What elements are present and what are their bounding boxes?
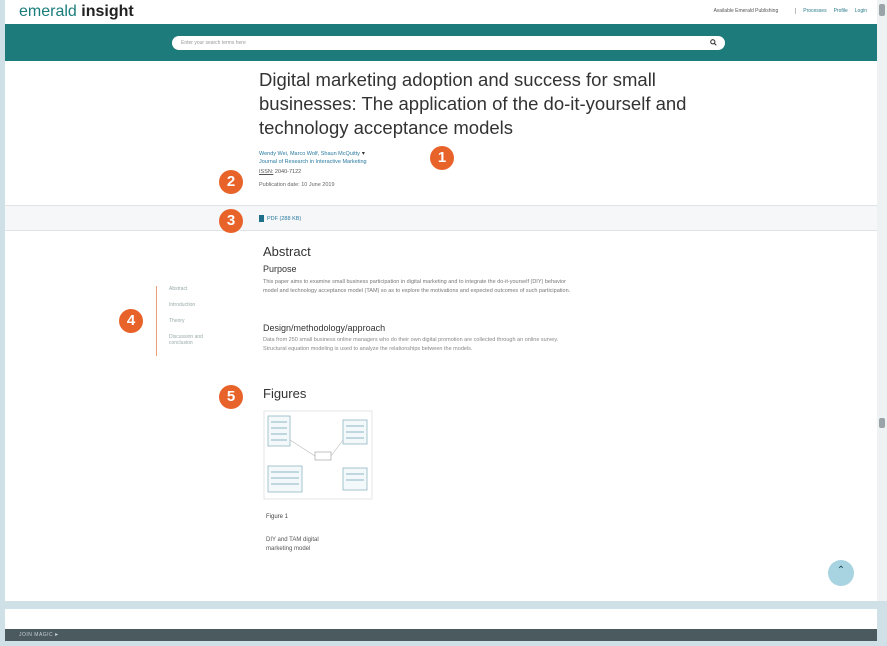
figure-caption: Figure 1 bbox=[266, 514, 289, 520]
design-heading: Design/methodology/approach bbox=[263, 323, 386, 333]
footer-label-text[interactable]: JOIN MAGIC bbox=[19, 632, 53, 638]
figures-heading: Figures bbox=[263, 386, 307, 401]
issn-value: 2040-7122 bbox=[274, 169, 302, 175]
footer-bar: JOIN MAGIC ▸ bbox=[5, 629, 877, 641]
authors-link[interactable]: Wendy Wei, Marco Wolf, Shaun McQuitty ▾ bbox=[259, 150, 365, 157]
issn-line: ISSN: 2040-7122 bbox=[259, 169, 301, 175]
processes-link[interactable]: Processes bbox=[803, 8, 826, 14]
nav-item-introduction[interactable]: Introduction bbox=[169, 302, 221, 308]
design-text: Data from 250 small business online mana… bbox=[263, 337, 559, 352]
play-icon: ▸ bbox=[55, 632, 59, 638]
section-nav: Abstract Introduction Theory Discussion … bbox=[156, 286, 221, 356]
profile-link[interactable]: Profile bbox=[834, 8, 848, 14]
figure-thumbnail[interactable] bbox=[263, 410, 373, 500]
download-band: PDF (288 KB) bbox=[5, 205, 877, 231]
next-page-strip bbox=[5, 609, 877, 629]
chevron-up-icon: ⌃ bbox=[836, 565, 846, 576]
back-to-top-button[interactable]: ⌃ bbox=[828, 560, 854, 586]
nav-item-abstract[interactable]: Abstract bbox=[169, 286, 221, 292]
divider bbox=[795, 8, 797, 14]
abstract-heading: Abstract bbox=[263, 244, 311, 259]
callout-badge-2: 2 bbox=[219, 170, 243, 194]
callout-badge-3: 3 bbox=[219, 209, 243, 233]
screen: emerald insight Available Emerald Publis… bbox=[0, 0, 887, 646]
site-logo[interactable]: emerald insight bbox=[19, 2, 134, 22]
scrollbar-cap[interactable] bbox=[879, 4, 885, 16]
chevron-down-icon[interactable]: ▾ bbox=[362, 151, 365, 157]
purpose-heading: Purpose bbox=[263, 264, 297, 274]
footer-link[interactable]: JOIN MAGIC ▸ bbox=[19, 631, 59, 638]
search-placeholder: Enter your search terms here bbox=[181, 40, 246, 46]
callout-badge-4: 4 bbox=[119, 309, 143, 333]
authors-text[interactable]: Wendy Wei, Marco Wolf, Shaun McQuitty bbox=[259, 151, 360, 157]
page-gap bbox=[0, 601, 887, 609]
issn-label: ISSN: bbox=[259, 169, 274, 175]
journal-link[interactable]: Journal of Research in Interactive Marke… bbox=[259, 159, 367, 165]
logo-part1: emerald bbox=[19, 3, 77, 20]
callout-badge-5: 5 bbox=[219, 385, 243, 409]
publication-date: Publication date: 10 June 2019 bbox=[259, 182, 335, 188]
search-icon[interactable] bbox=[710, 39, 717, 46]
purpose-text: This paper aims to examine small busines… bbox=[263, 279, 571, 294]
nav-item-theory[interactable]: Theory bbox=[169, 318, 221, 324]
article-page: emerald insight Available Emerald Publis… bbox=[5, 0, 877, 601]
figure-description: DIY and TAM digital marketing model bbox=[266, 537, 319, 552]
article-title: Digital marketing adoption and success f… bbox=[259, 69, 687, 138]
institution-label: Available Emerald Publishing bbox=[713, 8, 779, 14]
nav-item-discussion[interactable]: Discussion and conclusion bbox=[169, 334, 221, 346]
callout-badge-1: 1 bbox=[430, 146, 454, 170]
pdf-download-link[interactable]: PDF (288 KB) bbox=[259, 215, 301, 222]
scrollbar[interactable] bbox=[877, 0, 887, 601]
scrollbar-thumb[interactable] bbox=[879, 418, 885, 428]
logo-part2: insight bbox=[81, 3, 134, 20]
top-nav: Available Emerald Publishing Processes P… bbox=[714, 8, 867, 14]
login-link[interactable]: Login bbox=[855, 8, 867, 14]
search-input[interactable]: Enter your search terms here bbox=[172, 36, 725, 50]
pdf-link-label[interactable]: PDF (288 KB) bbox=[267, 216, 301, 222]
pdf-file-icon bbox=[259, 215, 264, 222]
